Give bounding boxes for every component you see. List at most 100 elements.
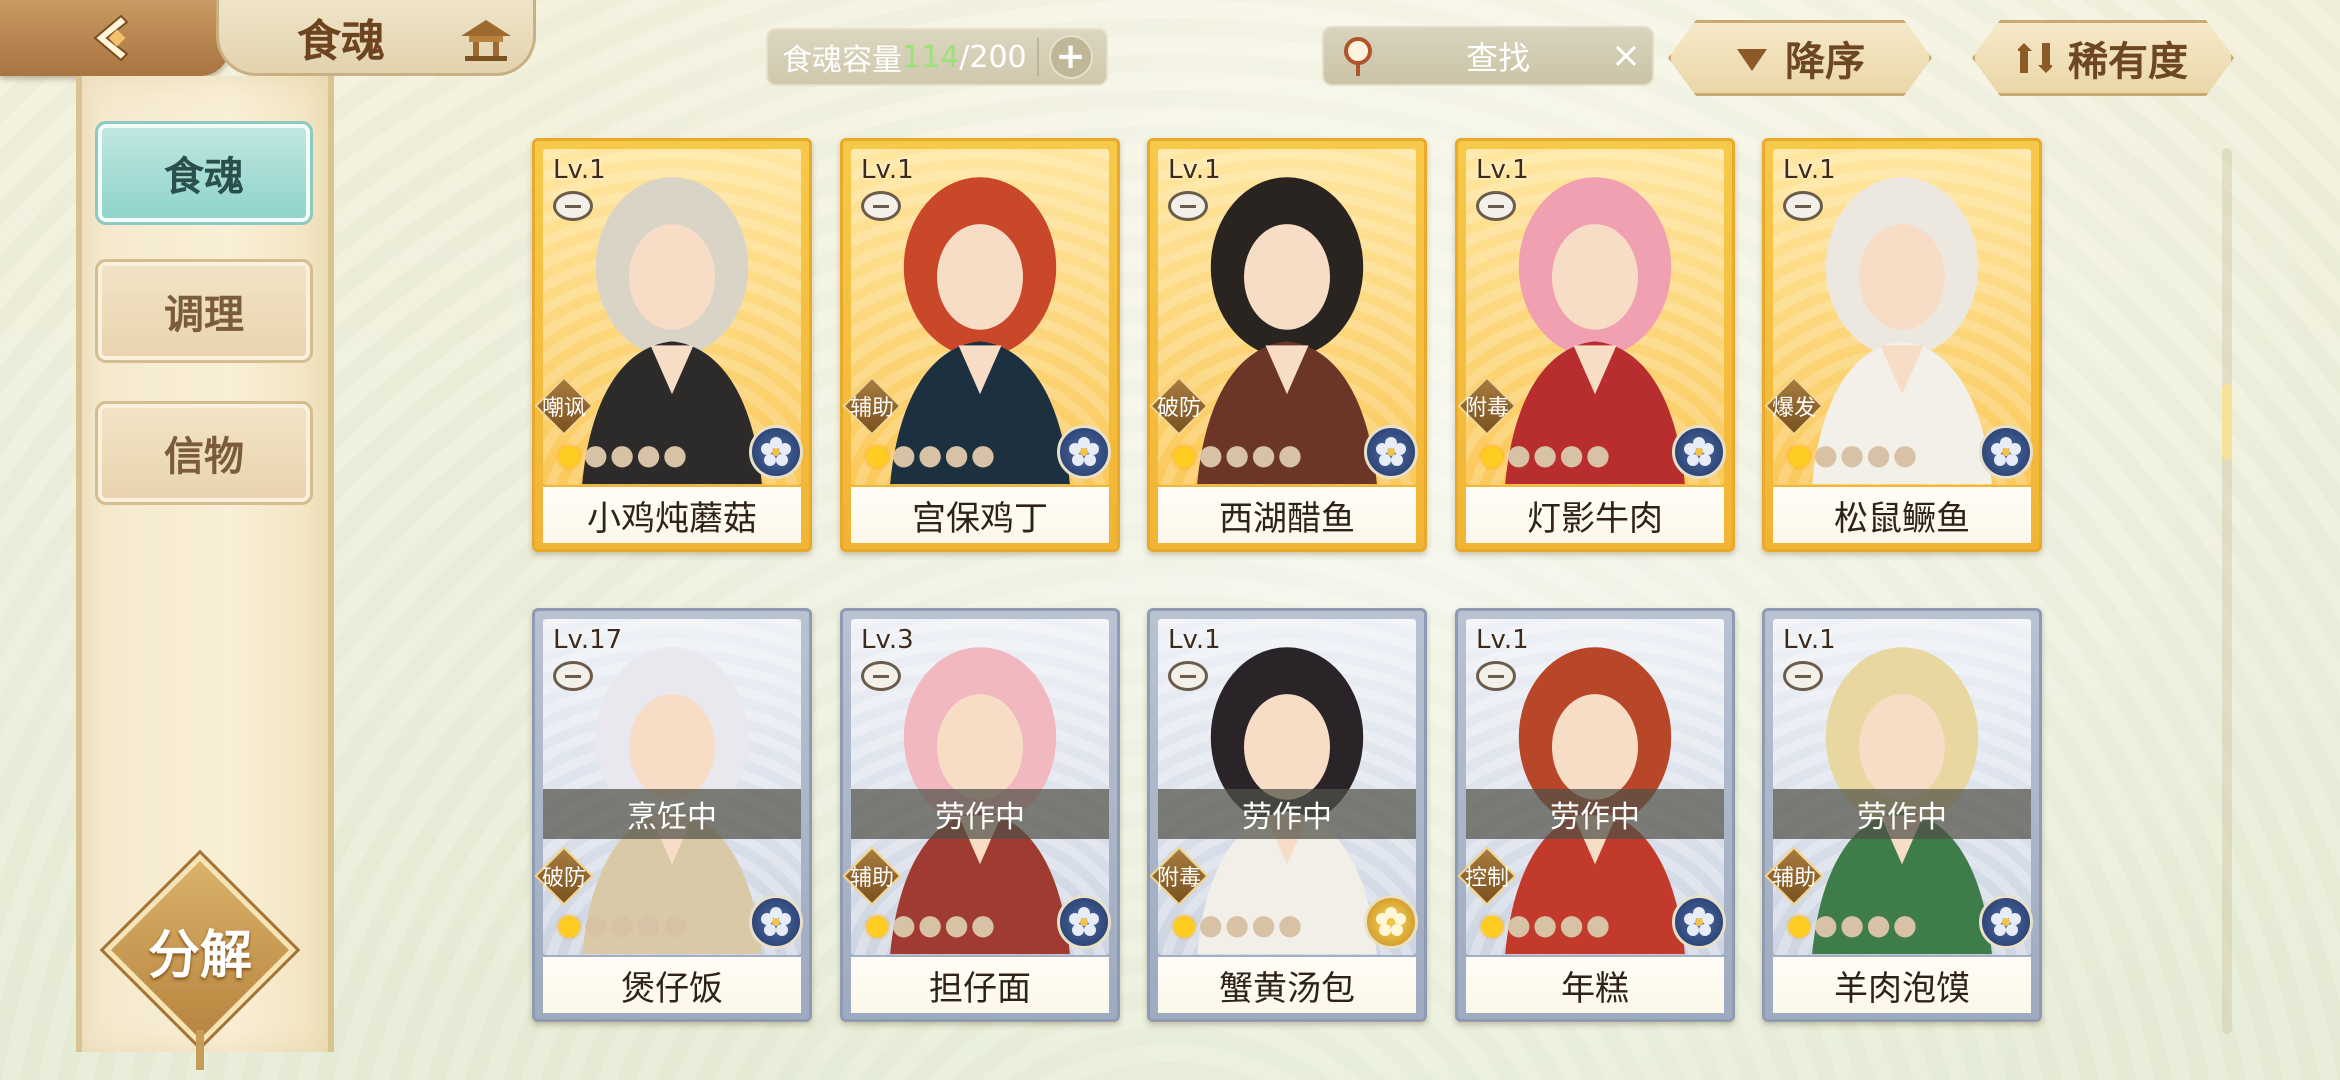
bowl-icon <box>1476 661 1516 691</box>
flame-icon: ● <box>1787 908 1812 941</box>
star-rating: ● ● ● ● ● <box>1787 441 1917 469</box>
flame-icon: ● <box>1532 438 1558 471</box>
element-flower-icon <box>1057 895 1111 949</box>
role-badge: 附毒 <box>1457 376 1517 436</box>
food-soul-card[interactable]: Lv.3 劳作中 辅助 ● ● ● ● ● 担仔面 <box>840 608 1120 1022</box>
flame-icon: ● <box>865 908 890 941</box>
search-field[interactable]: 查找 × <box>1322 26 1654 86</box>
star-rating: ● ● ● ● ● <box>557 441 687 469</box>
flame-icon: ● <box>917 908 943 941</box>
status-banner: 劳作中 <box>1466 789 1724 839</box>
back-button[interactable] <box>0 0 230 76</box>
card-level: Lv.1 <box>1476 625 1529 655</box>
role-badge: 附毒 <box>1149 846 1209 906</box>
card-name: 年糕 <box>1466 957 1724 1013</box>
card-name: 松鼠鳜鱼 <box>1773 487 2031 543</box>
close-icon[interactable]: × <box>1610 38 1642 74</box>
grid-scrollbar[interactable] <box>2222 148 2232 1034</box>
card-name: 煲仔饭 <box>543 957 801 1013</box>
role-label: 嘲讽 <box>541 396 586 421</box>
capacity-current: 114 <box>902 39 960 75</box>
bowl-icon <box>553 191 593 221</box>
role-label: 附毒 <box>1464 396 1509 421</box>
food-soul-card[interactable]: Lv.1 嘲讽 ● ● ● ● ● 小鸡炖蘑菇 <box>532 138 812 552</box>
expand-capacity-button[interactable]: + <box>1048 35 1093 79</box>
role-label: 破防 <box>1156 396 1201 421</box>
flame-icon: ● <box>1585 438 1611 471</box>
tab-keepsake[interactable]: 信物 <box>95 401 313 505</box>
flame-icon: ● <box>662 908 688 941</box>
bowl-icon <box>1168 661 1208 691</box>
star-rating: ● ● ● ● ● <box>1172 911 1302 939</box>
flame-icon: ● <box>1839 908 1865 941</box>
food-soul-card[interactable]: Lv.17 烹饪中 破防 ● ● ● ● ● 煲仔饭 <box>532 608 812 1022</box>
food-soul-card[interactable]: Lv.1 破防 ● ● ● ● ● 西湖醋鱼 <box>1147 138 1427 552</box>
flame-icon: ● <box>1532 908 1558 941</box>
flame-icon: ● <box>1892 438 1918 471</box>
flame-icon: ● <box>583 908 608 941</box>
star-rating: ● ● ● ● ● <box>1172 441 1302 469</box>
flame-icon: ● <box>1198 438 1223 471</box>
scrollbar-thumb[interactable] <box>2222 384 2232 460</box>
flame-icon: ● <box>1892 908 1918 941</box>
food-soul-card[interactable]: Lv.1 劳作中 辅助 ● ● ● ● ● 羊肉泡馍 <box>1762 608 2042 1022</box>
role-label: 辅助 <box>1771 866 1816 891</box>
flame-icon: ● <box>1866 438 1891 471</box>
flame-icon: ● <box>1172 908 1197 941</box>
sort-order-button[interactable]: 降序 <box>1668 20 1932 96</box>
flame-icon: ● <box>557 438 582 471</box>
element-flower-icon <box>1979 425 2033 479</box>
pavilion-icon[interactable] <box>457 12 515 64</box>
flame-icon: ● <box>891 438 916 471</box>
flame-icon: ● <box>970 908 996 941</box>
status-banner: 劳作中 <box>1773 789 2031 839</box>
card-name: 宫保鸡丁 <box>851 487 1109 543</box>
flame-icon: ● <box>1559 438 1584 471</box>
decompose-tassel <box>196 1030 204 1070</box>
card-level: Lv.1 <box>1168 155 1221 185</box>
sort-order-label: 降序 <box>1785 39 1865 85</box>
food-soul-card[interactable]: Lv.1 辅助 ● ● ● ● ● 宫保鸡丁 <box>840 138 1120 552</box>
element-flower-icon <box>1979 895 2033 949</box>
card-name: 蟹黄汤包 <box>1158 957 1416 1013</box>
flame-icon: ● <box>1251 908 1276 941</box>
card-level: Lv.1 <box>1783 625 1836 655</box>
flame-icon: ● <box>1480 908 1505 941</box>
tab-seasoning[interactable]: 调理 <box>95 259 313 363</box>
star-rating: ● ● ● ● ● <box>1480 911 1610 939</box>
search-input[interactable]: 查找 <box>1394 28 1602 84</box>
card-level: Lv.1 <box>1783 155 1836 185</box>
element-flower-icon <box>1057 425 1111 479</box>
role-badge: 辅助 <box>842 846 902 906</box>
element-flower-icon <box>1672 895 1726 949</box>
role-label: 附毒 <box>1156 866 1201 891</box>
role-badge: 辅助 <box>842 376 902 436</box>
food-soul-card[interactable]: Lv.1 劳作中 控制 ● ● ● ● ● 年糕 <box>1455 608 1735 1022</box>
star-rating: ● ● ● ● ● <box>557 911 687 939</box>
role-label: 破防 <box>541 866 586 891</box>
element-flower-icon <box>1364 425 1418 479</box>
card-level: Lv.17 <box>553 625 623 655</box>
flame-icon: ● <box>1224 438 1250 471</box>
bowl-icon <box>861 191 901 221</box>
flame-icon: ● <box>891 908 916 941</box>
food-soul-card[interactable]: Lv.1 附毒 ● ● ● ● ● 灯影牛肉 <box>1455 138 1735 552</box>
role-label: 爆发 <box>1771 396 1816 421</box>
element-flower-icon <box>749 425 803 479</box>
card-name: 小鸡炖蘑菇 <box>543 487 801 543</box>
sort-rarity-button[interactable]: 稀有度 <box>1972 20 2234 96</box>
flame-icon: ● <box>1813 438 1838 471</box>
sort-rarity-label: 稀有度 <box>2068 39 2188 85</box>
tab-food-souls[interactable]: 食魂 <box>95 121 313 225</box>
role-label: 控制 <box>1464 866 1509 891</box>
flame-icon: ● <box>1585 908 1611 941</box>
star-rating: ● ● ● ● ● <box>1787 911 1917 939</box>
food-soul-card[interactable]: Lv.1 爆发 ● ● ● ● ● 松鼠鳜鱼 <box>1762 138 2042 552</box>
triangle-down-icon <box>1735 41 1769 75</box>
food-soul-card[interactable]: Lv.1 劳作中 附毒 ● ● ● ● ● 蟹黄汤包 <box>1147 608 1427 1022</box>
role-badge: 破防 <box>1149 376 1209 436</box>
bowl-icon <box>1783 191 1823 221</box>
role-badge: 爆发 <box>1764 376 1824 436</box>
page-title: 食魂 <box>297 15 385 67</box>
decompose-button[interactable]: 分解 <box>99 849 301 1070</box>
